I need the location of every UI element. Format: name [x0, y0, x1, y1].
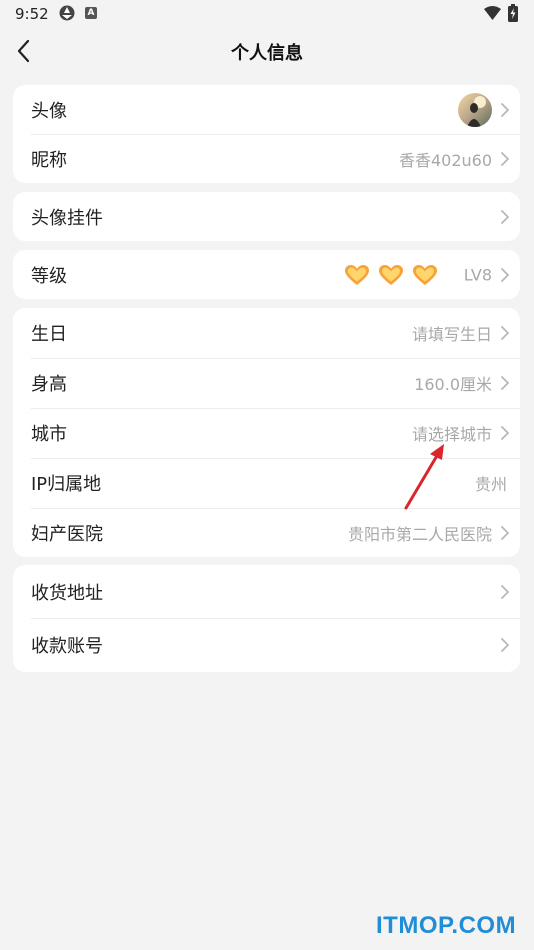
- city-label: 城市: [31, 424, 67, 445]
- avatar-label: 头像: [31, 100, 67, 122]
- birthday-value: 请填写生日: [411, 325, 492, 344]
- status-bar: 9:52 A: [0, 0, 534, 28]
- level-hearts: [344, 264, 438, 286]
- app-notification-icon: A: [85, 7, 97, 19]
- chevron-right-icon: [501, 209, 509, 224]
- row-birthday[interactable]: 生日 请填写生日: [13, 308, 520, 358]
- nickname-value: 香香402u60: [398, 150, 492, 170]
- birthday-label: 生日: [31, 324, 67, 345]
- wifi-icon: [484, 6, 501, 20]
- row-avatar[interactable]: 头像: [13, 85, 520, 134]
- page-title: 个人信息: [231, 43, 303, 64]
- chevron-right-icon: [501, 102, 509, 117]
- avatar-pendant-label: 头像挂件: [31, 207, 103, 229]
- chevron-right-icon: [501, 151, 509, 166]
- city-value: 请选择城市: [411, 425, 492, 444]
- row-shipping-address[interactable]: 收货地址: [13, 565, 520, 618]
- payment-account-label: 收款账号: [31, 636, 103, 657]
- level-card: 等级 LV8: [13, 250, 520, 299]
- level-value: LV8: [463, 265, 492, 284]
- height-value: 160.0厘米: [414, 375, 492, 394]
- row-payment-account[interactable]: 收款账号: [13, 618, 520, 672]
- shipping-address-label: 收货地址: [31, 582, 103, 604]
- status-time: 9:52: [15, 5, 49, 23]
- avatar: [458, 92, 492, 127]
- maternity-hospital-value: 贵阳市第二人民医院: [347, 524, 492, 544]
- level-label: 等级: [31, 265, 67, 287]
- row-city[interactable]: 城市 请选择城市: [13, 408, 520, 458]
- heart-icon: [379, 264, 403, 285]
- nickname-label: 昵称: [31, 149, 67, 171]
- avatar-pendant-card: 头像挂件: [13, 192, 520, 241]
- chevron-right-icon: [501, 638, 509, 652]
- heart-icon: [345, 264, 369, 285]
- row-height[interactable]: 身高 160.0厘米: [13, 358, 520, 408]
- chevron-right-icon: [501, 426, 509, 440]
- row-maternity-hospital[interactable]: 妇产医院 贵阳市第二人民医院: [13, 508, 520, 557]
- chevron-right-icon: [501, 584, 509, 599]
- battery-charging-icon: [508, 4, 518, 22]
- payment-address-card: 收货地址 收款账号: [13, 565, 520, 672]
- watermark: ITMOP.COM: [376, 912, 517, 939]
- heart-icon: [413, 264, 437, 285]
- chevron-right-icon: [501, 376, 509, 390]
- row-ip-location: IP归属地 贵州: [13, 458, 520, 508]
- chevron-right-icon: [501, 326, 509, 340]
- row-level[interactable]: 等级 LV8: [13, 250, 520, 299]
- nav-bar: 个人信息: [0, 28, 534, 74]
- row-avatar-pendant[interactable]: 头像挂件: [13, 192, 520, 241]
- personal-details-card: 生日 请填写生日 身高 160.0厘米 城市 请选择城市 IP归属地 贵州 妇产…: [13, 308, 520, 557]
- ip-location-label: IP归属地: [31, 474, 102, 495]
- profile-basic-card: 头像 昵称 香香402u60: [13, 85, 520, 183]
- chevron-right-icon: [501, 267, 509, 282]
- row-nickname[interactable]: 昵称 香香402u60: [13, 134, 520, 183]
- aperture-icon: [59, 5, 75, 21]
- height-label: 身高: [31, 374, 67, 395]
- ip-location-value: 贵州: [474, 475, 507, 494]
- maternity-hospital-label: 妇产医院: [31, 523, 103, 545]
- chevron-right-icon: [501, 525, 509, 540]
